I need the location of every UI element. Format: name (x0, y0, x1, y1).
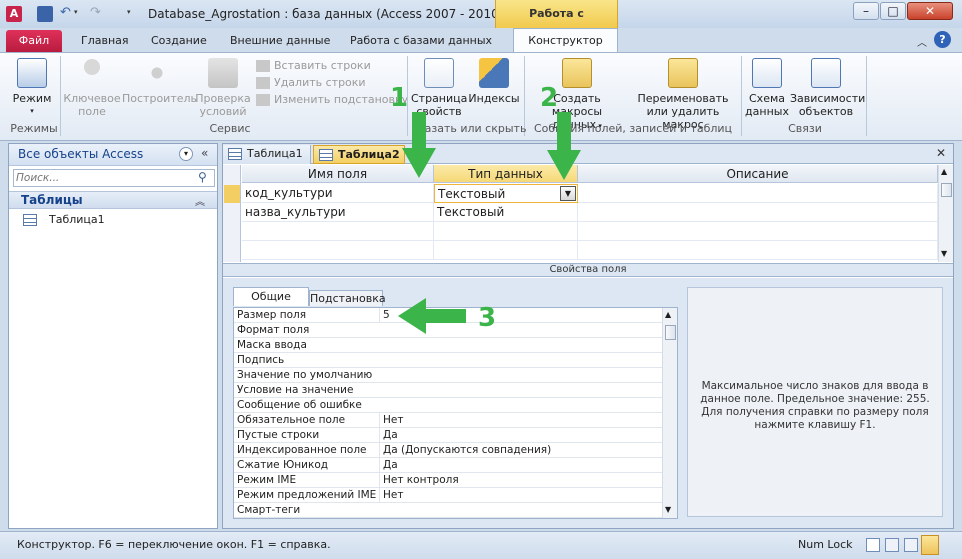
status-bar: Конструктор. F6 = переключение окон. F1 … (0, 531, 962, 559)
annotation-number-2: 2 (540, 83, 558, 113)
datasheet-view-icon[interactable] (866, 538, 880, 552)
annotation-arrow-3 (398, 298, 466, 334)
pivottable-view-icon[interactable] (885, 538, 899, 552)
design-view-icon[interactable] (921, 535, 939, 555)
numlock-indicator: Num Lock (798, 538, 853, 551)
pivotchart-view-icon[interactable] (904, 538, 918, 552)
status-text: Конструктор. F6 = переключение окон. F1 … (17, 538, 331, 551)
annotation-overlay: 1 2 3 (390, 83, 581, 334)
annotation-arrow-2 (547, 112, 581, 180)
annotation-number-1: 1 (390, 83, 408, 113)
annotation-arrow-1 (402, 112, 436, 178)
annotation-number-3: 3 (478, 303, 496, 333)
